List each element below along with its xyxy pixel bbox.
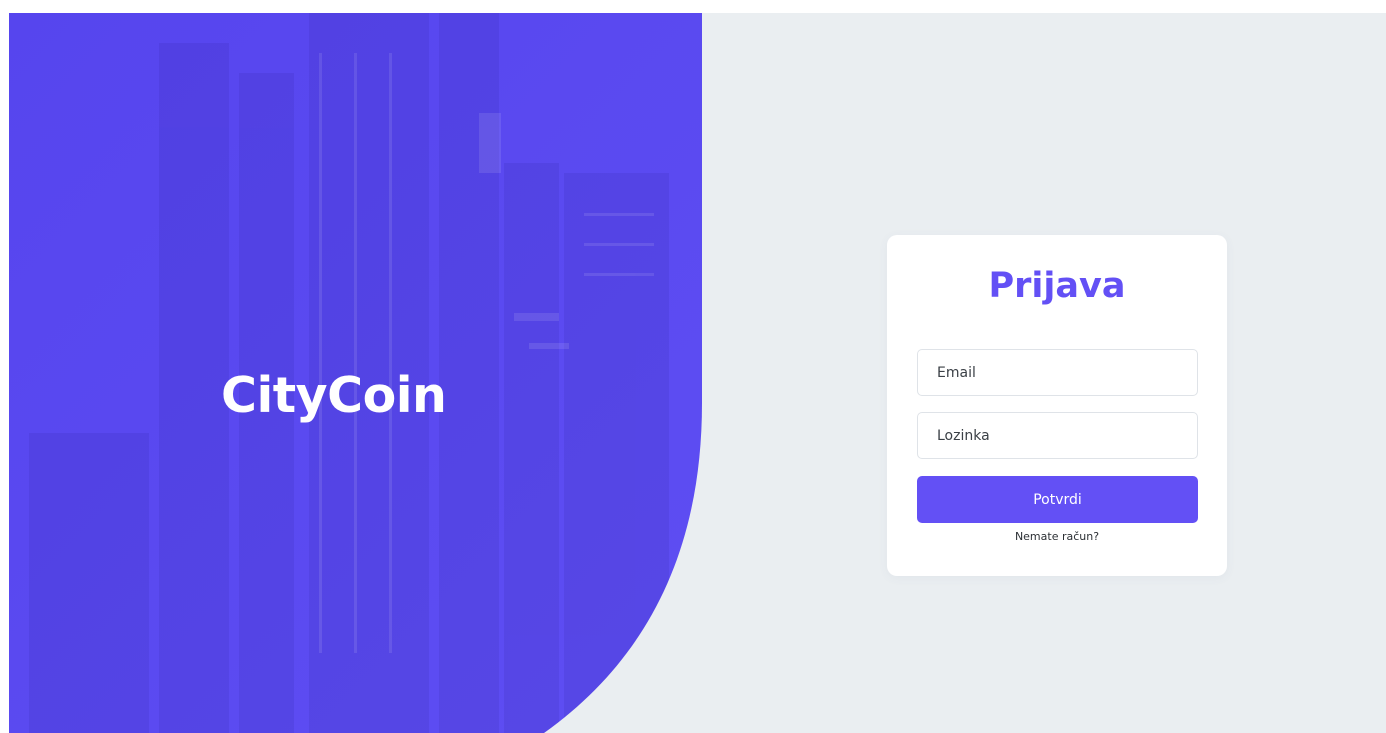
login-page: CityCoin Prijava Potvrdi Nemate račun?: [9, 13, 1386, 733]
brand-logo-text: CityCoin: [221, 367, 447, 424]
email-input[interactable]: [917, 349, 1198, 396]
password-input[interactable]: [917, 412, 1198, 459]
submit-button[interactable]: Potvrdi: [917, 476, 1198, 523]
signup-link[interactable]: Nemate račun?: [887, 530, 1227, 543]
login-card: Prijava Potvrdi Nemate račun?: [887, 235, 1227, 576]
login-title: Prijava: [988, 266, 1126, 306]
